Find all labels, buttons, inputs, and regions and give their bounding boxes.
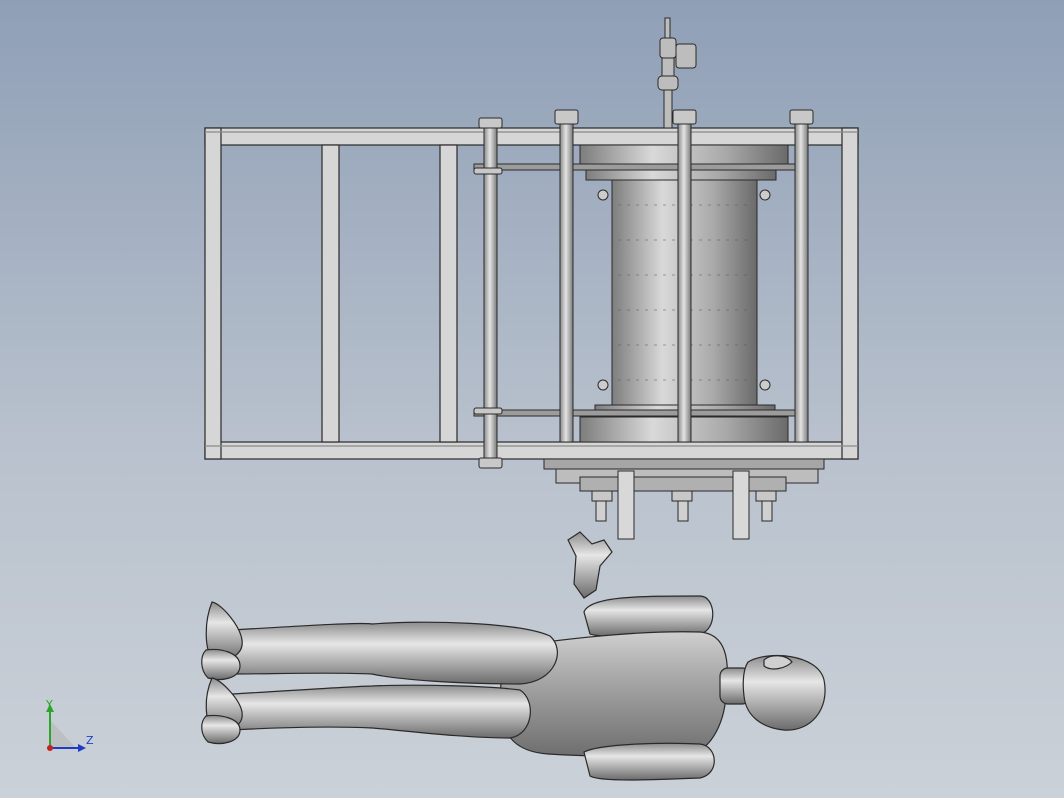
y-axis-label: Y — [45, 698, 53, 711]
z-axis-label: Z — [86, 734, 94, 747]
axis-triad: Y Z — [36, 698, 96, 758]
bottom-flange — [543, 458, 825, 540]
x-axis-icon — [47, 745, 53, 751]
model-scene[interactable] — [0, 0, 1064, 798]
mannequin — [201, 531, 826, 781]
graphics-viewport[interactable]: Y Z — [0, 0, 1064, 798]
